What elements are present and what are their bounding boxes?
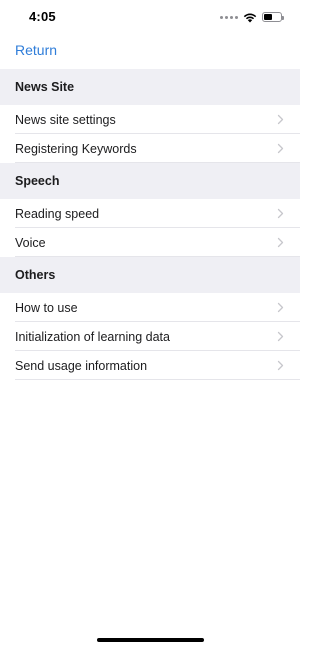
chevron-right-icon [277,237,284,248]
settings-list: News Site News site settings Registering K… [0,69,300,380]
status-icons [220,11,284,23]
status-bar: 4:05 [0,0,300,34]
status-time: 4:05 [29,9,56,24]
settings-row-label: News site settings [15,112,116,127]
settings-row-label: Send usage information [15,358,148,373]
wifi-icon [243,13,257,22]
settings-row[interactable]: Voice [0,228,300,257]
settings-row[interactable]: News site settings [0,105,300,134]
settings-row[interactable]: Registering Keywords [0,134,300,163]
settings-row[interactable]: Initialization of learning data [0,322,300,351]
nav-bar: Return [0,34,300,68]
settings-row-label: Initialization of learning data [15,329,170,344]
chevron-right-icon [277,143,284,154]
settings-row-label: Reading speed [15,206,100,221]
chevron-right-icon [277,360,284,371]
chevron-right-icon [277,331,284,342]
chevron-right-icon [277,114,284,125]
settings-screen: 4:05 Return News Site News site settings R… [0,0,300,649]
settings-row[interactable]: How to use [0,293,300,322]
section-header: News Site [0,69,300,105]
section-header: Others [0,257,300,293]
signal-dots-icon [220,15,238,19]
battery-level [264,14,272,20]
chevron-right-icon [277,302,284,313]
settings-row[interactable]: Reading speed [0,199,300,228]
settings-row-label: How to use [15,300,78,315]
section-header: Speech [0,163,300,199]
return-button[interactable]: Return [15,42,57,58]
home-indicator[interactable] [97,638,204,642]
battery-icon [262,12,284,22]
chevron-right-icon [277,208,284,219]
settings-row[interactable]: Send usage information [0,351,300,380]
settings-row-label: Registering Keywords [15,141,137,156]
settings-row-label: Voice [15,235,46,250]
